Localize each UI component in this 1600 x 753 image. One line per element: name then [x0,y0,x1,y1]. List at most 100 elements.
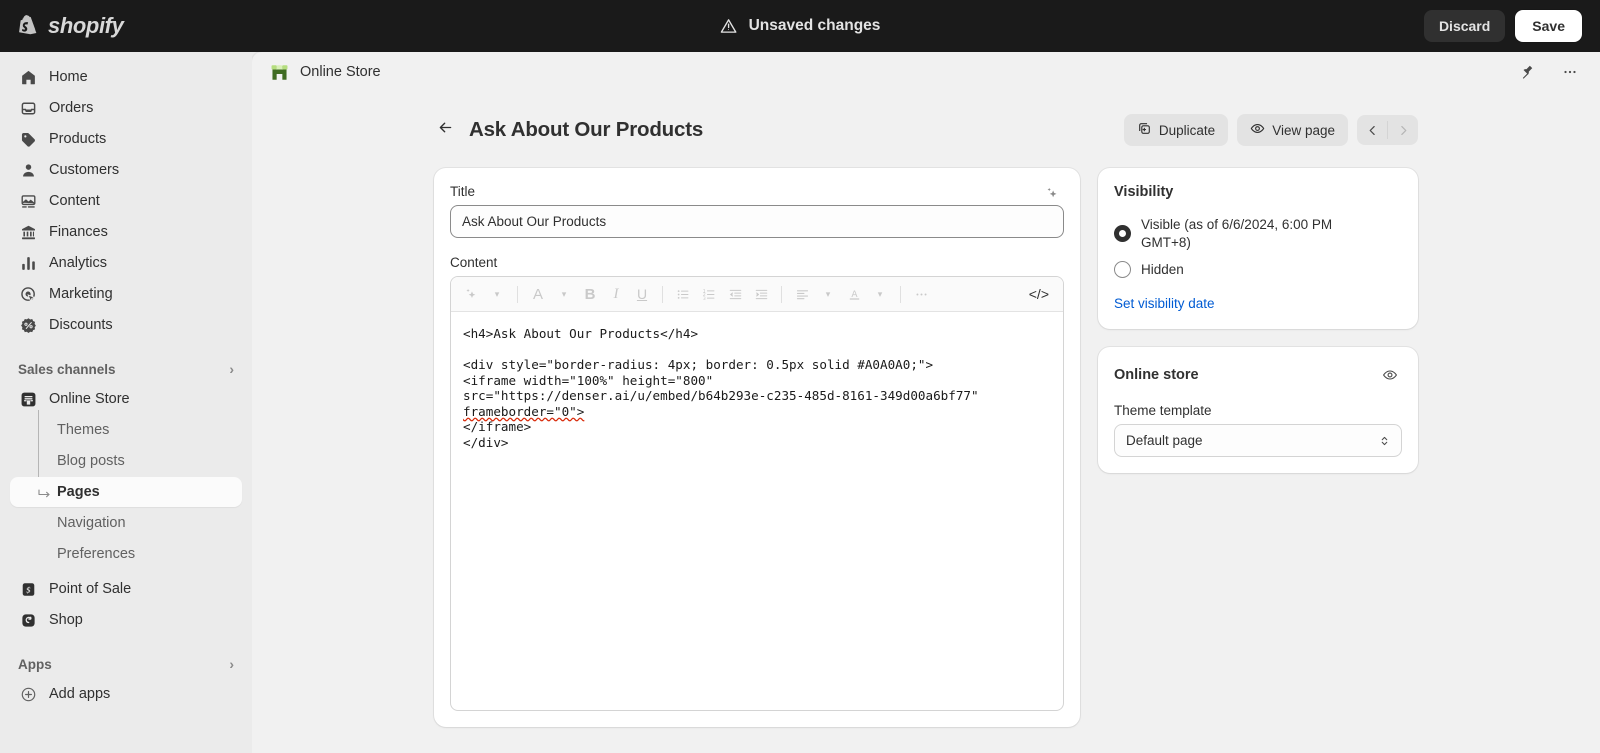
storefront-icon [18,389,38,409]
shopify-logo[interactable]: shopify [0,13,252,39]
back-button[interactable] [430,115,460,145]
eye-icon[interactable] [1378,363,1402,387]
arrow-left-icon [437,119,454,141]
magic-dropdown-chevron-icon[interactable]: ▾ [485,282,509,306]
more-options-icon[interactable] [909,282,933,306]
sidebar-item-content[interactable]: Content [10,186,242,216]
sidebar-item-finances[interactable]: Finances [10,217,242,247]
duplicate-icon [1137,121,1152,139]
bold-icon[interactable]: B [578,282,602,306]
sidebar-item-label: Marketing [49,286,113,302]
discard-button[interactable]: Discard [1424,10,1505,42]
html-code-editor[interactable]: <h4>Ask About Our Products</h4> <div sty… [451,312,1063,710]
channel-bar: Online Store [252,52,1600,92]
sidebar-item-preferences[interactable]: Preferences [10,539,242,569]
code-view-toggle[interactable]: </> [1023,282,1055,307]
align-chevron-icon[interactable]: ▾ [816,282,840,306]
sidebar-item-blog-posts[interactable]: Blog posts [10,446,242,476]
text-style-icon[interactable]: A [526,282,550,306]
code-line: <iframe width="100%" height="800" [463,373,713,388]
toolbar-divider [781,286,782,303]
view-page-label: View page [1272,123,1335,138]
sidebar-item-home[interactable]: Home [10,62,242,92]
top-bar: shopify Unsaved changes Discard Save [0,0,1600,52]
text-color-chevron-icon[interactable]: ▾ [868,282,892,306]
set-visibility-date-link[interactable]: Set visibility date [1114,296,1215,311]
channel-identity[interactable]: Online Store [270,63,381,82]
sidebar-item-label: Discounts [49,317,113,333]
sidebar-item-label: Add apps [49,686,110,702]
code-line: <h4>Ask About Our Products</h4> [463,326,698,341]
storefront-green-icon [270,63,289,82]
radio-visible[interactable] [1114,225,1131,242]
sidebar-section-sales-channels[interactable]: Sales channels › [10,354,242,384]
sidebar-item-label: Orders [49,100,93,116]
bulleted-list-icon[interactable] [671,282,695,306]
content-image-icon [18,191,38,211]
sidebar-item-online-store[interactable]: Online Store [10,384,242,414]
sidebar-item-shop[interactable]: Shop [10,605,242,635]
save-button[interactable]: Save [1515,10,1582,42]
secondary-column: Visibility Visible (as of 6/6/2024, 6:00… [1098,168,1418,491]
title-label: Title [450,184,475,199]
text-color-icon[interactable]: A [842,282,866,306]
sidebar-item-customers[interactable]: Customers [10,155,242,185]
sidebar-item-marketing[interactable]: Marketing [10,279,242,309]
duplicate-button[interactable]: Duplicate [1124,114,1228,146]
product-tag-icon [18,129,38,149]
pushpin-icon[interactable] [1514,58,1542,86]
visibility-option-visible[interactable]: Visible (as of 6/6/2024, 6:00 PM GMT+8) [1114,216,1402,252]
radio-visible-label: Visible (as of 6/6/2024, 6:00 PM GMT+8) [1141,216,1356,252]
sidebar-item-navigation[interactable]: Navigation [10,508,242,538]
section-label: Sales channels [18,362,116,377]
ellipsis-icon[interactable] [1556,58,1584,86]
view-page-button[interactable]: View page [1237,114,1348,146]
outdent-icon[interactable] [723,282,747,306]
warning-triangle-icon [720,17,738,35]
prev-page-button[interactable] [1357,115,1387,145]
indent-icon[interactable] [749,282,773,306]
title-input[interactable] [450,205,1064,238]
code-line: </iframe> [463,419,531,434]
sidebar: Home Orders Products Customers Content [0,52,252,753]
sidebar-item-products[interactable]: Products [10,124,242,154]
home-icon [18,67,38,87]
visibility-option-hidden[interactable]: Hidden [1114,261,1402,279]
code-line: src="https://denser.ai/u/embed/b64b293e-… [463,388,979,403]
magic-sparkle-icon[interactable] [459,282,483,306]
code-line-misspelled: frameborder="0"> [463,404,584,419]
code-blank-line [463,342,471,357]
magic-sparkle-icon[interactable] [1040,181,1064,205]
sidebar-item-pages[interactable]: Pages [10,477,242,507]
online-store-card-header: Online store [1114,363,1402,387]
align-icon[interactable] [790,282,814,306]
italic-icon[interactable]: I [604,282,628,306]
section-label: Apps [18,657,52,672]
sidebar-item-label: Products [49,131,106,147]
sidebar-item-label: Preferences [57,546,135,562]
numbered-list-icon[interactable]: 123 [697,282,721,306]
sidebar-item-label: Finances [49,224,108,240]
visibility-card: Visibility Visible (as of 6/6/2024, 6:00… [1098,168,1418,329]
sidebar-item-themes[interactable]: Themes [10,415,242,445]
sidebar-item-label: Point of Sale [49,581,131,597]
underline-icon[interactable]: U [630,282,654,306]
sidebar-section-apps[interactable]: Apps › [10,649,242,679]
sidebar-item-analytics[interactable]: Analytics [10,248,242,278]
page-header-actions: Duplicate View page [1124,114,1418,146]
sidebar-item-add-apps[interactable]: Add apps [10,679,242,709]
pos-icon: $ [18,579,38,599]
target-icon [18,284,38,304]
theme-template-select[interactable]: Default page [1114,424,1402,457]
sidebar-item-orders[interactable]: Orders [10,93,242,123]
duplicate-label: Duplicate [1159,123,1215,138]
next-page-button[interactable] [1388,115,1418,145]
sidebar-item-point-of-sale[interactable]: $ Point of Sale [10,574,242,604]
topbar-actions: Discard Save [1424,10,1600,42]
chevron-right-icon: › [229,656,234,672]
text-style-chevron-icon[interactable]: ▾ [552,282,576,306]
shop-icon [18,610,38,630]
sidebar-item-discounts[interactable]: Discounts [10,310,242,340]
radio-hidden[interactable] [1114,261,1131,278]
unsaved-changes-text: Unsaved changes [749,17,881,35]
